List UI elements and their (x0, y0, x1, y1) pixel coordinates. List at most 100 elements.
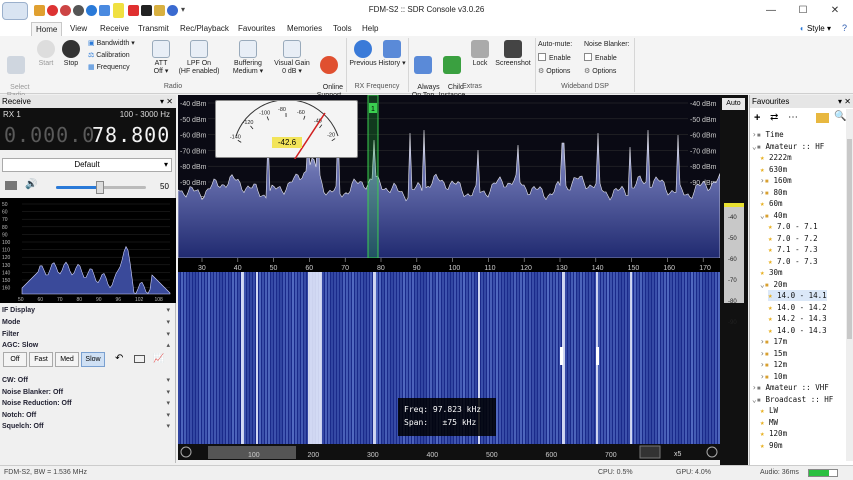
style-menu[interactable]: ◐ Style ▾ (800, 22, 831, 36)
favourites-node[interactable]: ★ 14.2 - 14.3 (768, 313, 827, 324)
mode-section[interactable]: Mode ▾ (2, 317, 174, 328)
favourites-node[interactable]: ★ 30m (760, 267, 783, 278)
tab-transmit[interactable]: Transmit (134, 22, 173, 36)
frequency-digits[interactable]: 78.800 (92, 123, 170, 147)
favourites-node[interactable]: ›▪ Time (752, 129, 784, 140)
favourites-node[interactable]: ⌄▪ 40m (760, 210, 787, 221)
tab-rec-playback[interactable]: Rec/Playback (176, 22, 233, 36)
favourites-node[interactable]: ★ 7.0 - 7.3 (768, 256, 818, 267)
level-scale-svg[interactable]: -40 -50 -60 -70 -80 -90 (720, 113, 748, 463)
favourites-node[interactable]: ★ 14.0 - 14.2 (768, 302, 827, 313)
favourites-scrollbar[interactable] (846, 109, 853, 461)
tab-help[interactable]: Help (358, 22, 382, 36)
cw-section[interactable]: CW: Off ▾ (2, 375, 174, 386)
favourites-scrollbar-thumb[interactable] (847, 139, 852, 339)
if-display-section[interactable]: IF Display ▾ (2, 305, 174, 316)
favourites-node[interactable]: ★ LW (760, 405, 778, 416)
calibration-button[interactable]: ⚖ Calibration (88, 50, 130, 62)
tab-tools[interactable]: Tools (329, 22, 356, 36)
tab-favourites[interactable]: Favourites (234, 22, 279, 36)
refresh-icon[interactable]: ⇄ (770, 112, 778, 123)
favourites-node[interactable]: ›▪ 15m (760, 348, 787, 359)
help-icon[interactable]: ? (842, 23, 847, 33)
visual-gain-button[interactable]: Visual Gain 0 dB ▾ (270, 38, 314, 76)
volume-slider[interactable] (56, 181, 146, 194)
agc-section[interactable]: AGC: Slow ▴ (2, 340, 174, 351)
noise-reduction-section[interactable]: Noise Reduction: Off ▾ (2, 398, 174, 409)
volume-slider-thumb[interactable] (96, 181, 104, 194)
noise-blanker-enable-checkbox[interactable]: Enable (584, 53, 617, 65)
favourites-node[interactable]: ›▪ 10m (760, 371, 787, 382)
minimize-icon[interactable]: — (756, 3, 786, 19)
noise-blanker-options-button[interactable]: ⚙ Options (584, 66, 616, 78)
panel-menu-icon[interactable]: ▾ (160, 95, 164, 108)
notch-section[interactable]: Notch: Off ▾ (2, 410, 174, 421)
visual-gain-label: Visual Gain (274, 60, 310, 67)
agc-slow-button[interactable]: Slow (81, 352, 105, 367)
favourites-node[interactable]: ⌄▪ Broadcast :: HF (752, 394, 833, 405)
history-button[interactable]: History ▾ (378, 38, 406, 68)
stop-button[interactable]: Stop (59, 38, 83, 68)
noise-blanker-section[interactable]: Noise Blanker: Off ▾ (2, 387, 174, 398)
tab-receive[interactable]: Receive (96, 22, 133, 36)
favourites-node[interactable]: ★ 90m (760, 440, 783, 451)
favourites-node[interactable]: ›▪ 160m (760, 175, 792, 186)
search-icon[interactable]: 🔍 (834, 111, 846, 122)
frequency-digits-dim[interactable]: 0.000.0 (4, 123, 95, 147)
favourites-node[interactable]: ★ 630m (760, 164, 787, 175)
favourites-node[interactable]: ★ 7.0 - 7.2 (768, 233, 818, 244)
agc-graph-icon[interactable]: 📈 (153, 353, 164, 364)
lock-button[interactable]: Lock (469, 38, 491, 68)
folder-icon[interactable] (816, 113, 829, 123)
auto-scale-button[interactable]: Auto (722, 98, 745, 110)
favourites-node[interactable]: ★ 7.0 - 7.1 (768, 221, 818, 232)
favourites-node[interactable]: ›▪ 17m (760, 336, 787, 347)
panel-close-icon[interactable]: ✕ (166, 95, 173, 108)
tab-view[interactable]: View (66, 22, 91, 36)
auto-mute-options-button[interactable]: ⚙ Options (538, 66, 570, 78)
maximize-icon[interactable]: ☐ (788, 3, 818, 19)
waterfall-column (262, 272, 264, 444)
panel-close-icon[interactable]: ✕ (844, 95, 851, 108)
frequency-button[interactable]: ▦ Frequency (88, 62, 130, 74)
panel-menu-icon[interactable]: ▾ (838, 95, 842, 108)
add-icon[interactable]: + (754, 112, 760, 124)
favourites-node[interactable]: ›▪ 12m (760, 359, 787, 370)
favourites-node-label: 40m (769, 210, 788, 220)
favourites-node[interactable]: ★ 7.1 - 7.3 (768, 244, 818, 255)
frequency-axis-label: 140 (592, 265, 604, 272)
squelch-section[interactable]: Squelch: Off ▾ (2, 421, 174, 432)
favourites-node[interactable]: ⌄▪ 20m (760, 279, 787, 290)
att-button[interactable]: ATT Off ▾ (148, 38, 174, 76)
favourites-node[interactable]: ★ 14.0 - 14.1 (768, 290, 827, 301)
favourites-node[interactable]: ★ 2222m (760, 152, 792, 163)
agc-med-button[interactable]: Med (55, 352, 79, 367)
auto-mute-enable-checkbox[interactable]: Enable (538, 53, 571, 65)
favourites-node[interactable]: ›▪ Amateur :: VHF (752, 382, 829, 393)
mode-select[interactable]: Default ▾ (2, 158, 172, 172)
favourites-node[interactable]: ⌄▪ Amateur :: HF (752, 141, 824, 152)
bandwidth-button[interactable]: ▣ Bandwidth ▾ (88, 38, 135, 50)
tab-memories[interactable]: Memories (283, 22, 326, 36)
favourites-node[interactable]: ›▪ 80m (760, 187, 787, 198)
close-icon[interactable]: ✕ (820, 3, 850, 19)
agc-off-button[interactable]: Off (3, 352, 27, 367)
agc-reset-icon[interactable]: ↶ (115, 353, 123, 364)
speaker-icon[interactable]: 🔊 (25, 179, 37, 190)
favourites-node[interactable]: ★ 120m (760, 428, 787, 439)
filter-section[interactable]: Filter ▾ (2, 329, 174, 340)
start-button[interactable]: Start (34, 38, 58, 68)
if-display-plot[interactable]: 50 60 70 80 90 100 110 120 130 140 150 160 50 60 70 80 9… (0, 198, 176, 303)
buffering-button[interactable]: Buffering Medium ▾ (226, 38, 270, 76)
lpf-button[interactable]: LPF On (HF enabled) (174, 38, 224, 76)
favourites-node[interactable]: ★ 60m (760, 198, 783, 209)
agc-fast-button[interactable]: Fast (29, 352, 53, 367)
agc-window-icon[interactable] (134, 355, 145, 363)
previous-button[interactable]: Previous (348, 38, 378, 68)
tab-home[interactable]: Home (31, 22, 63, 36)
more-icon[interactable]: ⋯ (788, 112, 798, 123)
screenshot-button[interactable]: Screenshot (492, 38, 534, 68)
vfo-display[interactable]: RX 1 100 - 3000 Hz 0.000.0 78.800 (0, 108, 176, 150)
favourites-node[interactable]: ★ MW (760, 417, 778, 428)
favourites-node[interactable]: ★ 14.0 - 14.3 (768, 325, 827, 336)
